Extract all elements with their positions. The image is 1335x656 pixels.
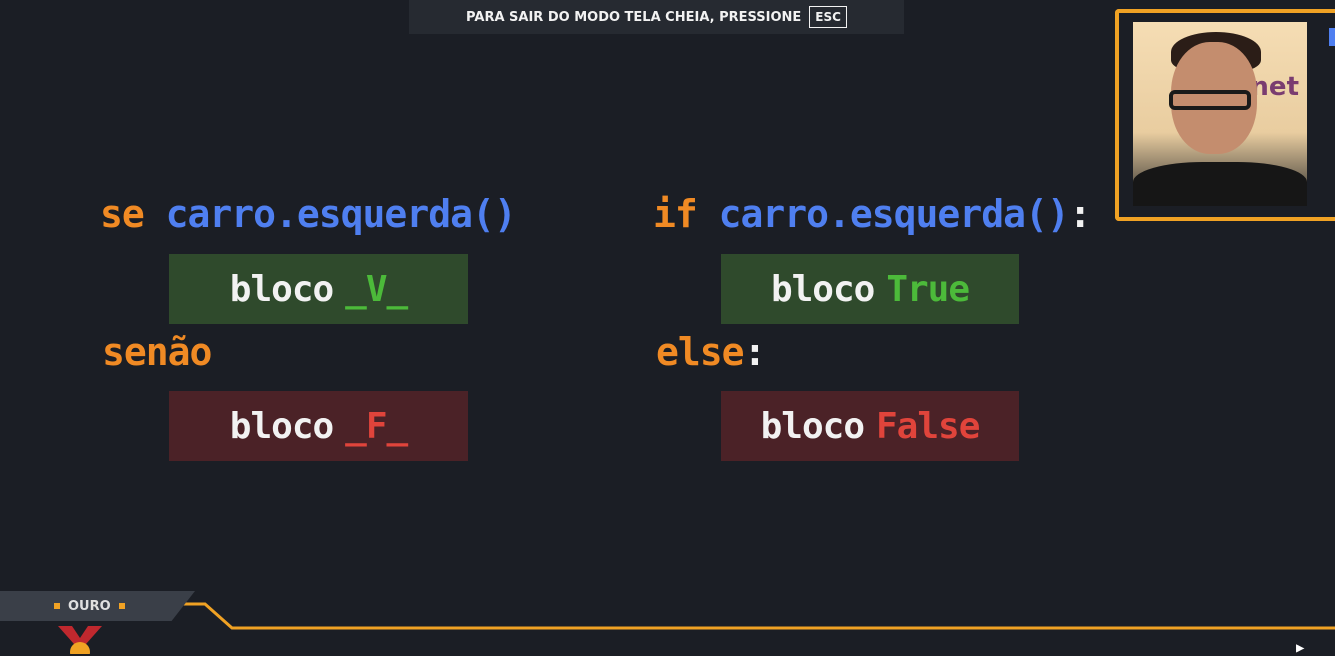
esc-key-badge: ESC [809,6,847,28]
gold-medal-icon [58,626,102,654]
pt-condition: carro.esquerda() [165,192,517,236]
pt-true-block: bloco _V_ [169,254,468,324]
pt-false-value: _F_ [345,405,408,447]
bottom-orange-line [170,602,1335,630]
py-else-line: else: [656,330,767,374]
bottom-line-decoration [170,602,1335,630]
rank-square-left-icon [54,603,60,609]
pt-true-value: _V_ [345,268,408,310]
rank-label: OURO [68,598,111,614]
pt-if-line: se carro.esquerda() [100,192,517,236]
py-false-value: False [876,405,980,447]
edge-marker [1329,28,1335,46]
py-true-block: bloco True [721,254,1019,324]
pt-else-line: senão [102,330,212,374]
pt-if-keyword: se [100,192,145,236]
py-else-colon: : [743,330,767,374]
py-if-line: if carro.esquerda(): [653,192,1092,236]
notice-text: PARA SAIR DO MODO TELA CHEIA, PRESSIONE [466,9,802,25]
rank-square-right-icon [118,603,125,609]
presenter-glasses [1169,90,1251,110]
presenter-webcam: net [1133,22,1307,206]
py-if-keyword: if [653,192,698,236]
pt-true-label: bloco [229,268,334,310]
video-player-icon[interactable]: ▶ [1296,640,1322,656]
py-condition: carro.esquerda() [718,192,1070,236]
pt-false-label: bloco [229,405,334,447]
py-true-value: True [886,268,970,310]
py-else-keyword: else [656,330,745,374]
py-if-colon: : [1068,192,1092,236]
webcam-brand-text: net [1250,72,1299,102]
py-false-block: bloco False [721,391,1019,461]
presenter-shirt [1133,162,1307,206]
pt-false-block: bloco _F_ [169,391,468,461]
py-true-label: bloco [770,268,875,310]
pt-else-keyword: senão [102,330,212,374]
py-false-label: bloco [760,405,865,447]
rank-badge: OURO [0,591,195,621]
fullscreen-exit-notice: PARA SAIR DO MODO TELA CHEIA, PRESSIONE … [409,0,904,34]
